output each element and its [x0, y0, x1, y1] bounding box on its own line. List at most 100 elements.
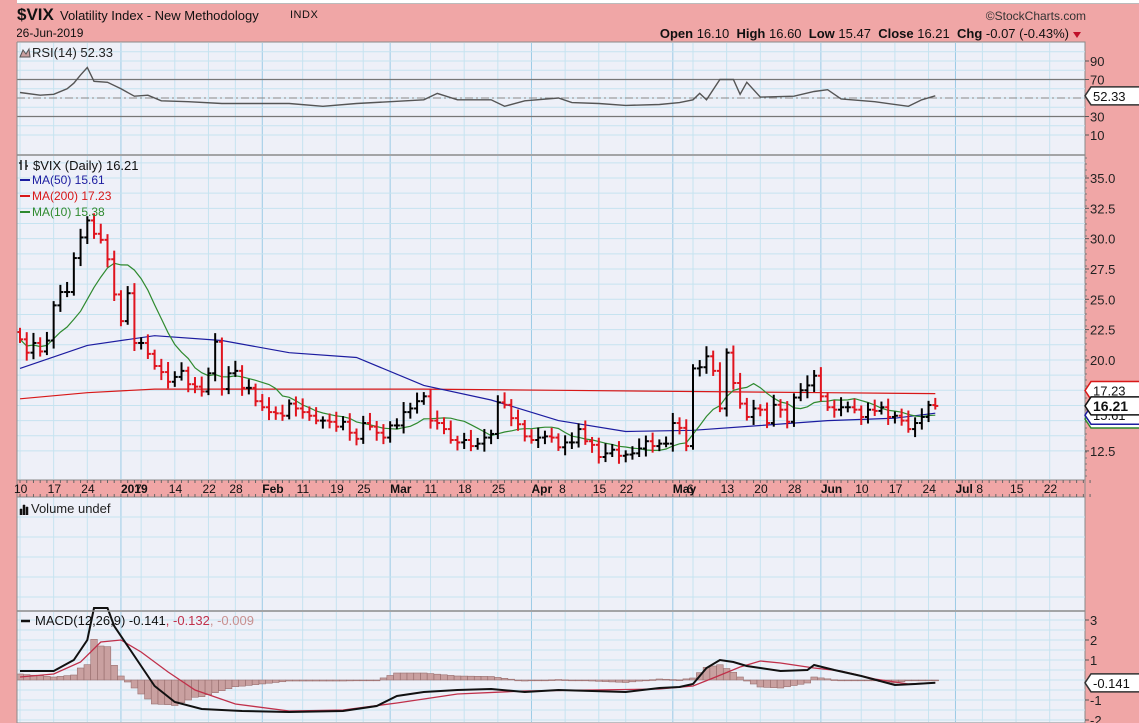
- price-axis-label: 35.0: [1090, 171, 1115, 186]
- macd-histogram-bar: [103, 646, 112, 681]
- macd-histogram-bar: [433, 673, 441, 681]
- volume-legend: Volume undef: [31, 501, 111, 516]
- macd-histogram-bar: [574, 679, 583, 682]
- macd-legend-main: MACD(12,26,9) -0.141: [35, 613, 166, 628]
- macd-histogram-bar: [36, 675, 44, 681]
- price-axis-label: 27.5: [1090, 262, 1115, 277]
- macd-legend-histogram: , -0.009: [210, 613, 254, 628]
- macd-histogram-bar: [615, 679, 623, 683]
- macd-histogram-bar: [776, 679, 785, 689]
- x-axis-label: 6: [687, 482, 694, 496]
- macd-histogram-bar: [467, 675, 475, 681]
- macd-histogram-bar: [400, 672, 408, 681]
- x-axis-label: Jul: [955, 482, 972, 496]
- close-value-tag-text: 16.21: [1093, 398, 1128, 414]
- macd-histogram-bar: [225, 679, 233, 689]
- macd-histogram-bar: [810, 676, 818, 681]
- macd-histogram-bar: [568, 679, 576, 682]
- macd-histogram-bar: [124, 679, 132, 683]
- price-legend: $VIX (Daily) 16.21: [33, 158, 139, 173]
- macd-histogram-bar: [541, 679, 549, 682]
- macd-histogram-bar: [97, 645, 105, 681]
- macd-histogram-bar: [669, 679, 677, 681]
- macd-histogram-bar: [76, 667, 85, 681]
- macd-histogram-bar: [716, 664, 724, 681]
- macd-legend: MACD(12,26,9) -0.141, -0.132, -0.009: [35, 613, 254, 628]
- x-axis-label: 24: [81, 482, 95, 496]
- macd-histogram-bar: [675, 679, 684, 681]
- macd-histogram-bar: [393, 672, 401, 681]
- rsi-legend: RSI(14) 52.33: [32, 45, 113, 60]
- close-value-tag: 16.21: [1084, 396, 1139, 416]
- macd-histogram-bar: [743, 679, 751, 682]
- rsi-value-tag: 52.33: [1084, 86, 1139, 106]
- rsi-axis-label: 70: [1090, 73, 1104, 88]
- price-axis-label: 22.5: [1090, 323, 1115, 338]
- macd-histogram-bar: [911, 679, 919, 682]
- macd-histogram-bar: [137, 679, 145, 695]
- macd-value-tag-text: -0.141: [1093, 676, 1130, 691]
- macd-histogram-bar: [440, 674, 448, 681]
- macd-axis-label: -1: [1090, 693, 1102, 708]
- macd-histogram-bar: [251, 679, 260, 685]
- macd-histogram-bar: [130, 679, 139, 689]
- ma50-legend: MA(50) 15.61: [32, 173, 105, 187]
- macd-histogram-bar: [830, 679, 838, 681]
- x-axis-label: 25: [357, 482, 371, 496]
- macd-histogram-bar: [447, 675, 455, 681]
- macd-histogram-bar: [561, 679, 569, 681]
- macd-histogram-bar: [218, 679, 226, 691]
- macd-histogram-bar: [373, 679, 381, 682]
- macd-histogram-bar: [790, 679, 798, 686]
- x-axis-label: 19: [330, 482, 344, 496]
- macd-histogram-bar: [823, 678, 832, 681]
- macd-histogram-bar: [608, 679, 616, 683]
- left-margin: [0, 0, 17, 723]
- price-axis-label: 12.5: [1090, 444, 1115, 459]
- macd-histogram-bar: [56, 676, 64, 681]
- macd-histogram-bar: [918, 679, 926, 682]
- macd-histogram-bar: [379, 677, 388, 681]
- price-axis-label: 30.0: [1090, 232, 1115, 247]
- x-axis-label: 14: [169, 482, 183, 496]
- x-axis-label: 28: [229, 482, 243, 496]
- macd-histogram-bar: [850, 679, 859, 682]
- macd-histogram-bar: [198, 679, 206, 697]
- macd-histogram-bar: [204, 679, 213, 695]
- macd-histogram-bar: [83, 664, 91, 681]
- macd-histogram-bar: [803, 679, 812, 684]
- x-axis-label: 13: [721, 482, 735, 496]
- macd-histogram-bar: [110, 665, 118, 681]
- macd-histogram-bar: [763, 679, 771, 688]
- macd-histogram-bar: [420, 672, 428, 681]
- macd-histogram-bar: [90, 639, 98, 681]
- macd-histogram-bar: [352, 679, 361, 682]
- x-axis-label: 20: [754, 482, 768, 496]
- macd-histogram-bar: [406, 672, 414, 681]
- x-axis-label: 17: [48, 482, 62, 496]
- x-axis-label: 15: [593, 482, 607, 496]
- macd-histogram-bar: [346, 679, 354, 682]
- macd-histogram-bar: [184, 679, 192, 701]
- macd-axis-label: 1: [1090, 653, 1097, 668]
- x-axis-label: Apr: [531, 482, 552, 496]
- x-axis-label: 22: [1044, 482, 1058, 496]
- macd-histogram-bar: [655, 678, 663, 681]
- macd-histogram-bar: [332, 679, 340, 682]
- macd-histogram-bar: [285, 679, 293, 682]
- macd-histogram-bar: [386, 675, 394, 681]
- macd-histogram-bar: [595, 679, 603, 682]
- rsi-axis-label: 30: [1090, 110, 1104, 125]
- macd-histogram-bar: [601, 679, 610, 682]
- macd-histogram-bar: [649, 679, 657, 681]
- macd-histogram-bar: [931, 679, 939, 682]
- x-axis-label: Jun: [821, 482, 842, 496]
- macd-histogram-bar: [480, 676, 488, 681]
- macd-histogram-bar: [305, 679, 313, 682]
- ma200-legend: MA(200) 17.23: [32, 189, 112, 203]
- rsi-value-tag-text: 52.33: [1093, 89, 1126, 104]
- macd-histogram-bar: [325, 679, 334, 682]
- macd-histogram-bar: [23, 674, 31, 681]
- rsi-axis-label: 90: [1090, 54, 1104, 69]
- chart-canvas[interactable]: 10 17 24 20197 14 22 28 Feb 11 19 25 Mar 11 18 25 Apr 8 1…: [0, 0, 1139, 723]
